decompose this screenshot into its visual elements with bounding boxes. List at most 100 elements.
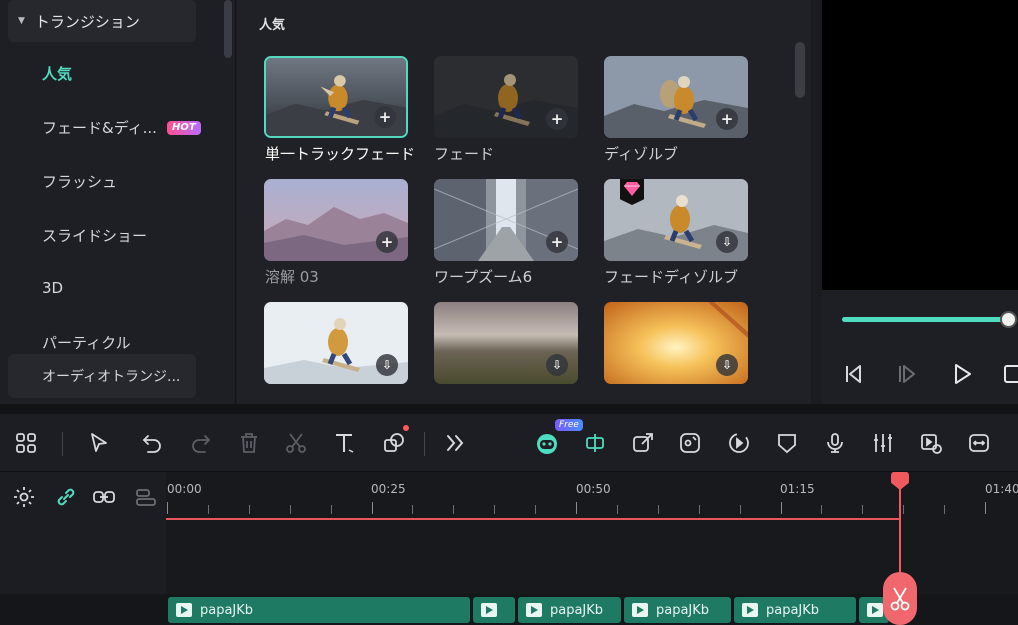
tile-label: フェード (434, 145, 495, 163)
ruler-tick (821, 505, 822, 514)
category-3d[interactable]: 3D (42, 279, 63, 297)
transition-tile-fade-dissolve[interactable]: ⇩ (604, 179, 748, 261)
ruler-tick (903, 505, 904, 514)
cut-icon[interactable] (282, 429, 310, 457)
video-clip[interactable] (473, 597, 515, 623)
clip-label: papaJKb (550, 602, 604, 618)
add-icon[interactable]: + (546, 231, 568, 253)
undo-icon[interactable] (138, 429, 166, 457)
preview-progress-bar[interactable] (842, 317, 1010, 322)
playhead-handle[interactable] (891, 472, 909, 490)
download-icon[interactable]: ⇩ (376, 354, 398, 376)
split-at-playhead-button[interactable] (883, 572, 917, 625)
tile-label: 単一トラックフェード (265, 145, 416, 163)
download-icon[interactable]: ⇩ (716, 354, 738, 376)
ruler-tick (535, 505, 536, 514)
tile-label: フェードディゾルブ (604, 268, 738, 286)
ruler-tick (781, 502, 782, 514)
category-slideshow[interactable]: スライドショー (42, 225, 147, 246)
link-icon[interactable] (54, 485, 78, 509)
category-popular[interactable]: 人気 (42, 63, 72, 84)
audio-mixer-icon[interactable] (869, 429, 897, 457)
tile-label: ディゾルブ (604, 145, 678, 163)
transition-tile-snowboard-bright[interactable]: ⇩ (264, 302, 408, 384)
video-clip[interactable]: papaJKb (734, 597, 856, 623)
category-particle[interactable]: パーティクル (42, 332, 131, 353)
category-label: フラッシュ (42, 173, 118, 191)
link-clip-icon[interactable] (92, 485, 116, 509)
ai-robot-icon[interactable] (533, 429, 561, 457)
speed-icon[interactable] (725, 429, 753, 457)
next-frame-icon[interactable] (896, 362, 920, 386)
select-arrow-icon[interactable] (85, 429, 113, 457)
category-fade-dissolve[interactable]: フェード&ディ... HOT (42, 117, 201, 138)
gallery-section-title: 人気 (259, 18, 286, 33)
play-icon[interactable] (950, 362, 974, 386)
category-label: 人気 (42, 65, 73, 83)
stop-icon[interactable] (1002, 362, 1018, 386)
transition-tile-dissolve-03[interactable]: + (264, 179, 408, 261)
notification-dot (403, 425, 409, 431)
video-editor-window: ▼ トランジション 人気 フェード&ディ... HOT フラッシュ スライドショ… (0, 0, 1018, 625)
ruler-tick (985, 502, 986, 514)
ruler-label: 01:40 (985, 482, 1018, 496)
ruler-tick (576, 502, 577, 514)
sidebar-scrollbar[interactable] (224, 0, 232, 58)
transition-tile-dissolve[interactable]: + (604, 56, 748, 138)
ruler-tick (412, 505, 413, 514)
video-clip[interactable]: papaJKb (624, 597, 731, 623)
mask-icon[interactable] (773, 429, 801, 457)
ruler-tick (331, 505, 332, 514)
ruler-tick (740, 505, 741, 514)
video-clip[interactable]: papaJKb (168, 597, 470, 623)
add-icon[interactable]: + (716, 108, 738, 130)
download-icon[interactable]: ⇩ (546, 354, 568, 376)
more-icon[interactable] (441, 429, 469, 457)
gallery-scrollbar[interactable] (795, 42, 805, 98)
ruler-tick (862, 505, 863, 514)
clip-label: papaJKb (200, 602, 254, 618)
category-audio-transition[interactable]: オーディオトランジ... (8, 354, 196, 398)
add-icon[interactable]: + (374, 106, 396, 128)
preview-progress-knob[interactable] (1000, 311, 1017, 328)
category-label: パーティクル (42, 334, 131, 352)
panel-divider[interactable] (0, 404, 1018, 414)
ruler-label: 00:50 (576, 482, 611, 496)
text-icon[interactable] (330, 429, 358, 457)
export-icon[interactable] (629, 429, 657, 457)
ruler-tick (290, 505, 291, 514)
render-range-line (166, 518, 900, 520)
previous-frame-icon[interactable] (843, 362, 867, 386)
grid-icon[interactable] (12, 429, 40, 457)
video-clip[interactable]: papaJKb (518, 597, 621, 623)
mic-icon[interactable] (821, 429, 849, 457)
category-flash[interactable]: フラッシュ (42, 171, 117, 192)
shape-icon[interactable] (380, 429, 408, 457)
delete-icon[interactable] (235, 429, 263, 457)
add-icon[interactable]: + (376, 231, 398, 253)
transition-tile-fade[interactable]: + (434, 56, 578, 138)
add-icon[interactable]: + (546, 108, 568, 130)
transition-tile-light-leak[interactable]: ⇩ (604, 302, 748, 384)
category-header-transitions[interactable]: ▼ トランジション (8, 0, 196, 42)
category-label: スライドショー (42, 227, 148, 245)
transition-tile-motion-blur[interactable]: ⇩ (434, 302, 578, 384)
download-icon[interactable]: ⇩ (716, 231, 738, 253)
video-clip-icon (742, 603, 758, 617)
transition-tile-single-track-fade[interactable]: + (264, 56, 408, 138)
replace-icon[interactable] (917, 429, 945, 457)
fit-icon[interactable] (965, 429, 993, 457)
transition-category-sidebar: ▼ トランジション 人気 フェード&ディ... HOT フラッシュ スライドショ… (0, 0, 236, 404)
redo-icon[interactable] (187, 429, 215, 457)
ruler-tick (944, 505, 945, 514)
transition-tile-warp-zoom-6[interactable]: + (434, 179, 578, 261)
category-header-label: トランジション (34, 12, 140, 31)
preview-panel (822, 0, 1018, 404)
split-icon[interactable] (581, 429, 609, 457)
video-clip-icon (481, 603, 497, 617)
settings-gear-icon[interactable] (12, 485, 36, 509)
track-manager-icon[interactable] (134, 485, 158, 509)
ruler-tick (453, 505, 454, 514)
timeline-toolbar (0, 414, 1018, 472)
sticker-icon[interactable] (676, 429, 704, 457)
